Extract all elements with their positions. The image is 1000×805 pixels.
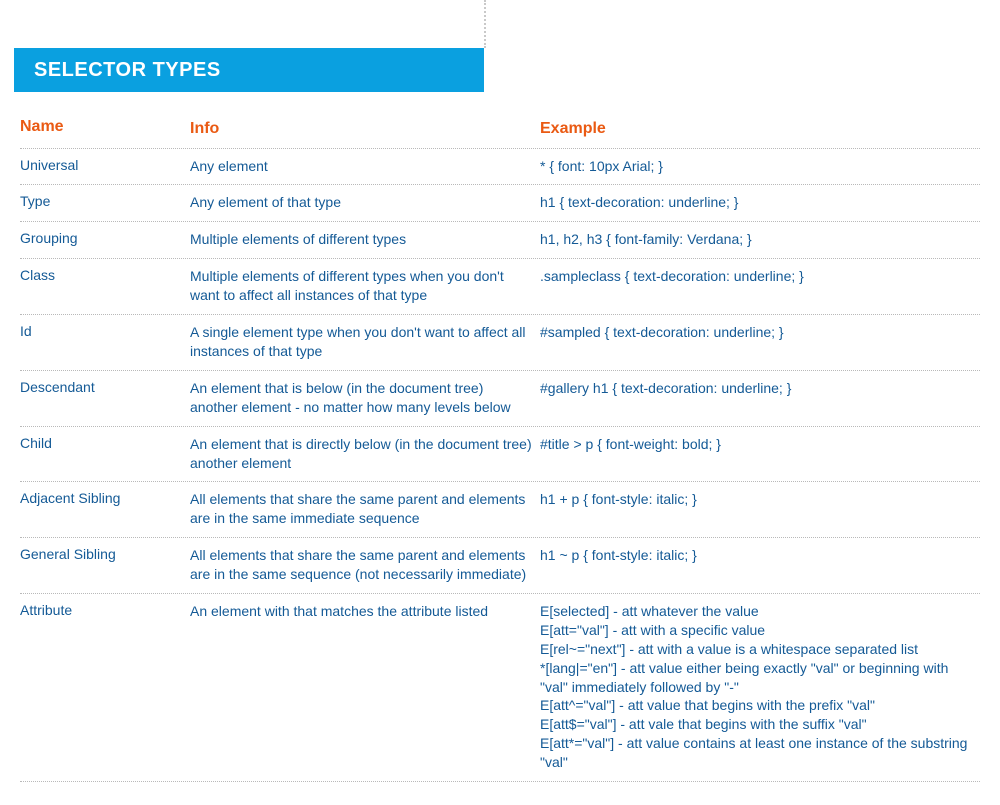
table-row: Adjacent Sibling All elements that share… [20, 482, 980, 538]
cell-name: Class [20, 267, 190, 283]
cell-info: Any element [190, 157, 540, 176]
table-header-row: Name Info Example [20, 112, 980, 149]
cell-example: h1 + p { font-style: italic; } [540, 490, 980, 509]
cell-example: h1, h2, h3 { font-family: Verdana; } [540, 230, 980, 249]
cell-example: #title > p { font-weight: bold; } [540, 435, 980, 454]
cell-info: An element that is below (in the documen… [190, 379, 540, 417]
table-row: Grouping Multiple elements of different … [20, 222, 980, 259]
table-row: Descendant An element that is below (in … [20, 371, 980, 427]
cell-info: A single element type when you don't wan… [190, 323, 540, 361]
cell-name: Descendant [20, 379, 190, 395]
cell-example: .sampleclass { text-decoration: underlin… [540, 267, 980, 286]
cell-name: Type [20, 193, 190, 209]
table-row: Class Multiple elements of different typ… [20, 259, 980, 315]
cell-name: Universal [20, 157, 190, 173]
cell-name: Attribute [20, 602, 190, 618]
cell-example: #sampled { text-decoration: underline; } [540, 323, 980, 342]
table-row: General Sibling All elements that share … [20, 538, 980, 594]
header-info: Info [190, 118, 540, 140]
cell-info: An element that is directly below (in th… [190, 435, 540, 473]
cell-info: All elements that share the same parent … [190, 546, 540, 584]
cell-info: An element with that matches the attribu… [190, 602, 540, 621]
cell-example: * { font: 10px Arial; } [540, 157, 980, 176]
table-row: Type Any element of that type h1 { text-… [20, 185, 980, 222]
top-dotted-divider [484, 0, 486, 48]
selector-table: Name Info Example Universal Any element … [20, 112, 980, 782]
banner-title: SELECTOR TYPES [34, 59, 221, 82]
cell-name: Adjacent Sibling [20, 490, 190, 506]
cell-example: #gallery h1 { text-decoration: underline… [540, 379, 980, 398]
cell-example: E[selected] - att whatever the value E[a… [540, 602, 980, 772]
cell-example: h1 ~ p { font-style: italic; } [540, 546, 980, 565]
cell-name: General Sibling [20, 546, 190, 562]
header-example: Example [540, 118, 980, 140]
header-name: Name [20, 118, 190, 136]
cell-info: All elements that share the same parent … [190, 490, 540, 528]
cell-info: Any element of that type [190, 193, 540, 212]
cell-example: h1 { text-decoration: underline; } [540, 193, 980, 212]
cell-name: Id [20, 323, 190, 339]
table-row: Id A single element type when you don't … [20, 315, 980, 371]
table-row: Attribute An element with that matches t… [20, 594, 980, 782]
cell-info: Multiple elements of different types [190, 230, 540, 249]
table-row: Universal Any element * { font: 10px Ari… [20, 149, 980, 186]
cell-name: Child [20, 435, 190, 451]
cell-info: Multiple elements of different types whe… [190, 267, 540, 305]
cell-name: Grouping [20, 230, 190, 246]
section-banner: SELECTOR TYPES [14, 48, 484, 92]
table-row: Child An element that is directly below … [20, 427, 980, 483]
